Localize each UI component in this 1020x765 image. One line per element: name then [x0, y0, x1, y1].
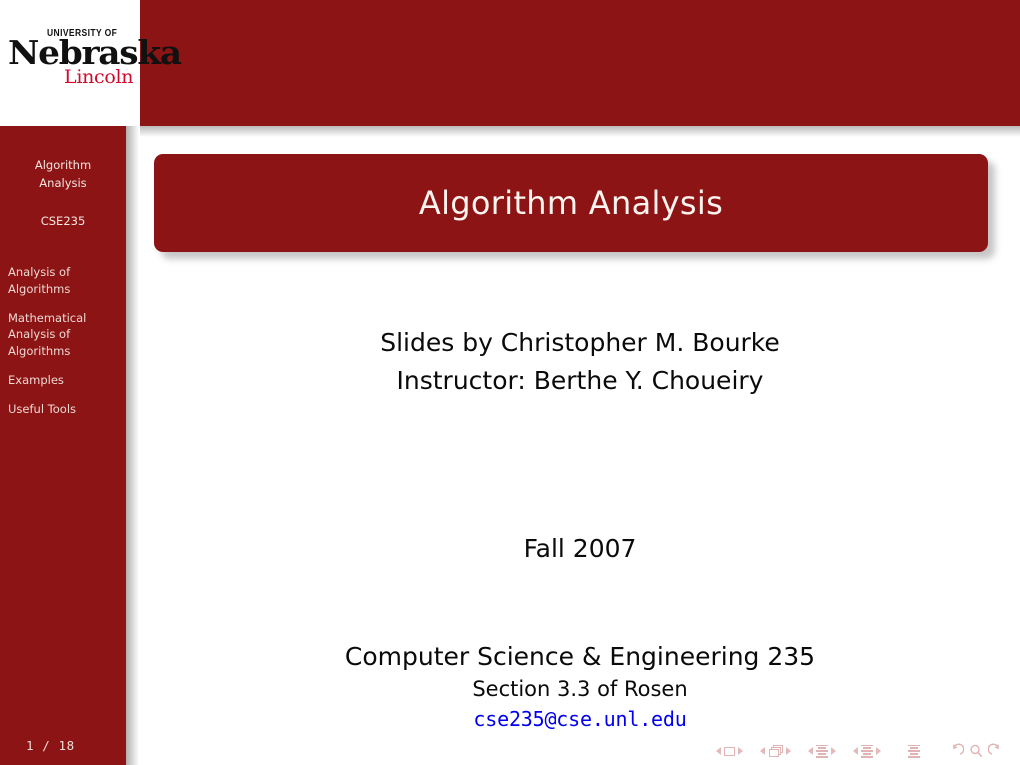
- author-line-1: Slides by Christopher M. Bourke: [380, 328, 780, 357]
- sidebar-dropshadow: [126, 126, 139, 765]
- email-link[interactable]: cse235@cse.unl.edu: [473, 707, 686, 731]
- sidebar-title-line-1: Algorithm: [34, 158, 92, 172]
- slide-navigation-group: [713, 746, 746, 756]
- triangle-left-icon[interactable]: [853, 747, 858, 755]
- logo-nebraska-text: Nebraska: [8, 33, 182, 72]
- sidebar: Algorithm Analysis CSE235 Analysis of Al…: [0, 126, 126, 765]
- sidebar-item-label: Useful Tools: [8, 402, 77, 417]
- document-tools-group: [946, 743, 1006, 759]
- university-logo: UNIVERSITY OF Nebraska Lincoln: [0, 0, 182, 126]
- sidebar-item-analysis-of-algorithms[interactable]: Analysis of Algorithms: [8, 264, 126, 297]
- term-label: Fall 2007: [523, 534, 637, 563]
- document-icon[interactable]: [908, 744, 920, 758]
- section-icon[interactable]: [861, 744, 873, 758]
- subsection-icon[interactable]: [816, 744, 828, 758]
- triangle-left-icon[interactable]: [760, 747, 765, 755]
- subsection-navigation-group: [805, 744, 839, 758]
- slide-content: Slides by Christopher M. Bourke Instruct…: [140, 252, 1020, 731]
- page-indicator: 1 / 18: [26, 738, 75, 753]
- sidebar-item-label: Algorithms: [8, 281, 71, 296]
- sidebar-item-examples[interactable]: Examples: [8, 372, 126, 388]
- sidebar-section-list: Analysis of Algorithms Mathematical Anal…: [0, 264, 126, 417]
- venue-label: Computer Science & Engineering 235: [344, 642, 816, 671]
- section-reference-label: Section 3.3 of Rosen: [472, 677, 688, 701]
- logo-lincoln-text: Lincoln: [64, 66, 134, 88]
- author-line-2: Instructor: Berthe Y. Choueiry: [396, 366, 764, 395]
- sidebar-item-label: Examples: [8, 373, 64, 388]
- frame-navigation-group: [757, 745, 794, 757]
- sidebar-item-label: Analysis of: [8, 327, 71, 342]
- triangle-left-icon[interactable]: [808, 747, 813, 755]
- sidebar-item-mathematical-analysis-of-algorithms[interactable]: Mathematical Analysis of Algorithms: [8, 310, 126, 359]
- forward-icon[interactable]: [988, 743, 1004, 759]
- header-dropshadow: [140, 126, 1020, 137]
- sidebar-presentation-title: Algorithm Analysis: [0, 126, 126, 193]
- beamer-navigation-symbols: [713, 743, 1006, 759]
- slide-title-banner: Algorithm Analysis: [154, 154, 988, 252]
- triangle-right-icon[interactable]: [738, 747, 743, 755]
- sidebar-title-line-2: Analysis: [39, 175, 87, 190]
- sidebar-course-code: CSE235: [40, 213, 86, 228]
- document-navigation-group: [908, 744, 920, 758]
- sidebar-course-code-block: CSE235: [0, 193, 126, 231]
- search-icon[interactable]: [968, 743, 984, 759]
- sidebar-item-label: Analysis of: [8, 265, 71, 280]
- triangle-left-icon[interactable]: [716, 747, 721, 755]
- sidebar-item-label: Mathematical: [8, 311, 87, 326]
- triangle-right-icon[interactable]: [786, 747, 791, 755]
- page-title: Algorithm Analysis: [418, 184, 724, 222]
- back-icon[interactable]: [948, 743, 964, 759]
- section-navigation-group: [850, 744, 884, 758]
- sidebar-item-label: Algorithms: [8, 343, 71, 358]
- slide-icon[interactable]: [724, 746, 735, 756]
- sidebar-item-useful-tools[interactable]: Useful Tools: [8, 401, 126, 417]
- logo-artwork: UNIVERSITY OF Nebraska Lincoln: [6, 28, 182, 94]
- triangle-right-icon[interactable]: [831, 747, 836, 755]
- triangle-right-icon[interactable]: [876, 747, 881, 755]
- frame-icon[interactable]: [768, 745, 783, 757]
